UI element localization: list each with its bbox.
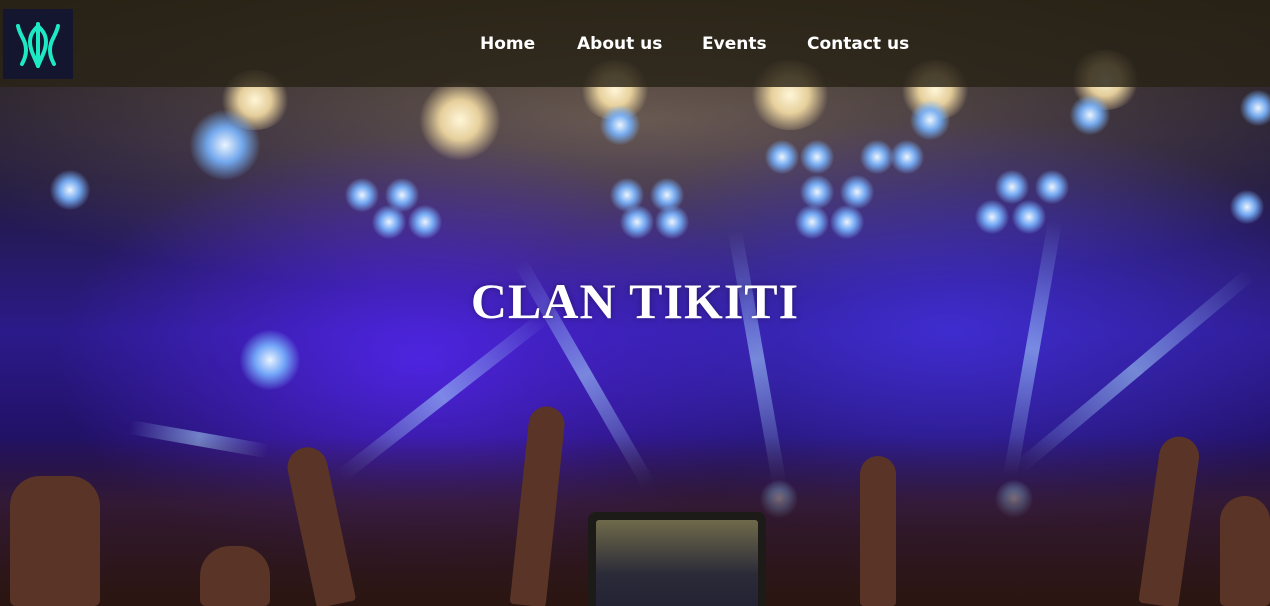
nav-contact-us-link[interactable]: Contact us <box>807 34 909 54</box>
nav-about-us-link[interactable]: About us <box>577 34 662 54</box>
hero-title: CLAN TIKITI <box>470 272 800 329</box>
trident-logo-icon[interactable] <box>3 9 73 79</box>
top-navigation-bar: Home About us Events Contact us <box>0 0 1270 87</box>
phone-in-crowd <box>588 512 766 606</box>
nav-home-link[interactable]: Home <box>480 34 535 54</box>
nav-events-link[interactable]: Events <box>702 34 767 54</box>
